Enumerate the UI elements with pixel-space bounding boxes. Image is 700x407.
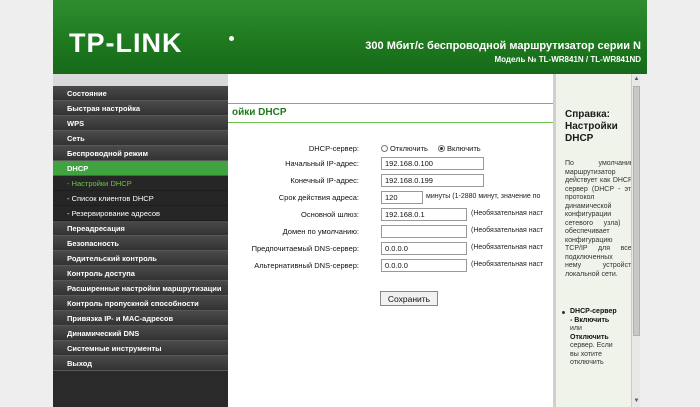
sidebar-item-quick-setup[interactable]: Быстрая настройка [53,101,228,116]
help-bullet-term2: Отключить [570,333,609,341]
page-title-bar: ойки DHCP [228,103,553,123]
sidebar-item-bandwidth-control[interactable]: Контроль пропускной способности [53,296,228,311]
gateway-label: Основной шлюз: [300,210,359,219]
sidebar-item-dhcp[interactable]: DHCP [53,161,228,176]
model-number: Модель № TL-WR841N / TL-WR841ND [494,55,641,64]
sidebar-item-access-control[interactable]: Контроль доступа [53,266,228,281]
default-domain-row: Домен по умолчанию: (Необязательная наст [228,225,553,239]
dhcp-server-label: DHCP-сервер: [308,144,359,153]
scroll-thumb[interactable] [633,86,640,336]
sidebar-item-system-tools[interactable]: Системные инструменты [53,341,228,356]
scroll-up-arrow-icon[interactable]: ▲ [633,75,640,84]
sidebar-item-network[interactable]: Сеть [53,131,228,146]
start-ip-label: Начальный IP-адрес: [285,159,359,168]
sidebar-subitem-dhcp-clients[interactable]: - Список клиентов DHCP [53,191,228,206]
radio-disable-label[interactable]: Отключить [390,144,428,153]
gateway-row: Основной шлюз: 192.168.0.1 (Необязательн… [228,208,553,222]
help-bullet-term: DHCP-сервер - Включить [570,308,617,324]
sidebar-item-forwarding[interactable]: Переадресация [53,221,228,236]
lease-time-note: минуты (1-2880 минут, значение по [426,193,541,200]
sidebar-subitem-address-reservation[interactable]: - Резервирование адресов [53,206,228,221]
header: TP-LINK 300 Мбит/с беспроводной маршрути… [53,0,647,74]
secondary-dns-input[interactable]: 0.0.0.0 [381,259,467,272]
router-title: 300 Мбит/с беспроводной маршрутизатор се… [365,40,641,52]
save-button[interactable]: Сохранить [380,291,438,306]
gateway-input[interactable]: 192.168.0.1 [381,208,467,221]
sidebar-item-wireless[interactable]: Беспроводной режим [53,146,228,161]
sidebar-item-wps[interactable]: WPS [53,116,228,131]
start-ip-row: Начальный IP-адрес: 192.168.0.100 [228,157,553,171]
sidebar-item-status[interactable]: Состояние [53,86,228,101]
gateway-note: (Необязательная наст [471,210,544,217]
main-panel: ойки DHCP DHCP-сервер: Отключить Включит… [228,74,553,407]
bullet-icon [562,311,565,314]
logo-dot-icon [229,36,234,41]
help-scrollbar[interactable]: ▲ ▼ [631,74,640,407]
default-domain-input[interactable] [381,225,467,238]
dhcp-server-radio-group: Отключить Включить [381,143,489,153]
end-ip-input[interactable]: 192.168.0.199 [381,174,484,187]
sidebar-item-logout[interactable]: Выход [53,356,228,371]
radio-enable-label[interactable]: Включить [447,144,481,153]
help-bullet-rest: сервер. Если вы хотите отключить [570,342,613,366]
end-ip-label: Конечный IP-адрес: [290,176,359,185]
primary-dns-label: Предпочитаемый DNS-сервер: [251,244,359,253]
end-ip-row: Конечный IP-адрес: 192.168.0.199 [228,174,553,188]
tp-link-logo: TP-LINK [69,28,183,58]
help-title: Справка: Настройки DHCP [565,109,618,144]
sidebar-item-security[interactable]: Безопасность [53,236,228,251]
help-bullet: DHCP-сервер - Включить или Отключить сер… [562,308,620,368]
secondary-dns-note: (Необязательная наст [471,261,544,268]
page-title: ойки DHCP [232,107,287,118]
sidebar-item-ip-mac-binding[interactable]: Привязка IP- и MAC-адресов [53,311,228,326]
router-admin-screen: TP-LINK 300 Мбит/с беспроводной маршрути… [0,0,700,407]
default-domain-label: Домен по умолчанию: [282,227,359,236]
help-panel: Справка: Настройки DHCP По умолчанию мар… [556,74,640,407]
default-domain-note: (Необязательная наст [471,227,544,234]
primary-dns-row: Предпочитаемый DNS-сервер: 0.0.0.0 (Необ… [228,242,553,256]
primary-dns-input[interactable]: 0.0.0.0 [381,242,467,255]
lease-time-input[interactable]: 120 [381,191,423,204]
start-ip-input[interactable]: 192.168.0.100 [381,157,484,170]
lease-time-label: Срок действия адреса: [278,193,359,202]
primary-dns-note: (Необязательная наст [471,244,544,251]
dhcp-server-row: DHCP-сервер: Отключить Включить [228,142,553,156]
radio-disable[interactable] [381,144,388,152]
sidebar-item-parental-control[interactable]: Родительский контроль [53,251,228,266]
secondary-dns-row: Альтернативный DNS-сервер: 0.0.0.0 (Необ… [228,259,553,273]
radio-enable[interactable] [438,144,446,152]
secondary-dns-label: Альтернативный DNS-сервер: [254,261,359,270]
help-body: По умолчанию маршрутизатор действует как… [565,160,635,278]
scroll-down-arrow-icon[interactable]: ▼ [633,397,640,406]
lease-time-row: Срок действия адреса: 120 минуты (1-2880… [228,191,553,205]
sidebar: Состояние Быстрая настройка WPS Сеть Бес… [53,74,228,407]
sidebar-item-advanced-routing[interactable]: Расширенные настройки маршрутизации [53,281,228,296]
help-bullet-or: или [570,325,582,332]
sidebar-top-strip [53,74,228,86]
sidebar-item-dynamic-dns[interactable]: Динамический DNS [53,326,228,341]
sidebar-subitem-dhcp-settings[interactable]: - Настройки DHCP [53,176,228,191]
